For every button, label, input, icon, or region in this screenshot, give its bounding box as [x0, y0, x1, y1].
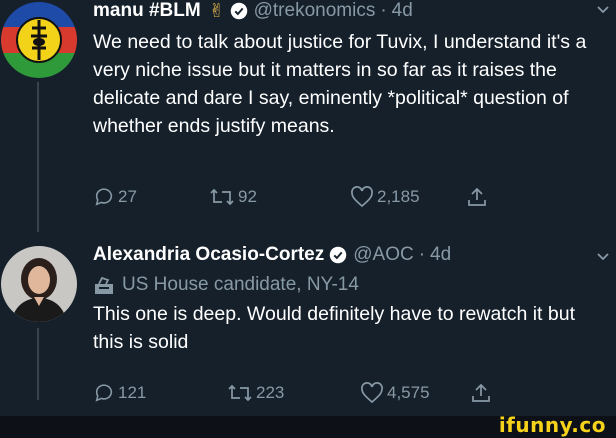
- tweet-text: This one is deep. Would definitely have …: [93, 303, 575, 353]
- reply-button[interactable]: 121: [93, 382, 227, 404]
- tweet-header: manu #BLM ✌ @trekonomics · 4d: [93, 0, 616, 22]
- reply-button[interactable]: 27: [93, 186, 209, 208]
- tweet-actions: 121 223 4,575: [93, 380, 495, 406]
- watermark-bar: ifunny.co: [0, 413, 616, 438]
- heart-icon: [361, 382, 383, 404]
- share-button[interactable]: [466, 186, 491, 208]
- retweet-count: 223: [256, 383, 285, 402]
- tweet-header: Alexandria Ocasio-Cortez @AOC · 4d: [93, 244, 616, 266]
- retweet-icon: [210, 188, 234, 206]
- reply-icon: [95, 384, 113, 402]
- tweet-thread: manu #BLM ✌ @trekonomics · 4d We need to…: [0, 0, 616, 438]
- verified-icon: [230, 2, 247, 20]
- retweet-button[interactable]: 223: [227, 382, 360, 404]
- handle[interactable]: @trekonomics: [254, 0, 376, 22]
- verified-icon: [330, 246, 347, 264]
- ifunny-watermark: ifunny.co: [498, 413, 606, 437]
- display-name[interactable]: manu #BLM: [93, 0, 201, 22]
- avatar-trekonomics[interactable]: [1, 2, 77, 78]
- thread-line-2: [37, 328, 39, 400]
- tweet-text: We need to talk about justice for Tuvix,…: [93, 31, 587, 137]
- chevron-down-icon[interactable]: [596, 3, 610, 17]
- handle[interactable]: @AOC: [353, 244, 413, 266]
- label-text: US House candidate, NY-14: [122, 274, 359, 295]
- retweet-button[interactable]: 92: [209, 186, 350, 208]
- thread-line: [37, 82, 39, 232]
- share-icon: [472, 383, 490, 402]
- hand-emoji: ✌: [208, 0, 225, 22]
- like-button[interactable]: 4,575: [360, 382, 470, 404]
- dot-separator: ·: [418, 244, 426, 265]
- government-label: US House candidate, NY-14: [93, 274, 616, 296]
- reply-count: 27: [118, 187, 137, 206]
- avatar-aoc[interactable]: [1, 246, 77, 322]
- tweet-2[interactable]: Alexandria Ocasio-Cortez @AOC · 4d US Ho…: [93, 244, 616, 356]
- like-count: 2,185: [377, 187, 420, 206]
- share-icon: [468, 187, 486, 206]
- heart-icon: [351, 186, 373, 208]
- reply-count: 121: [118, 383, 147, 402]
- display-name[interactable]: Alexandria Ocasio-Cortez: [93, 244, 324, 266]
- ballot-box-icon: [95, 276, 113, 294]
- timestamp[interactable]: 4d: [392, 0, 413, 22]
- retweet-icon: [228, 384, 252, 402]
- like-count: 4,575: [387, 383, 430, 402]
- retweet-count: 92: [238, 187, 257, 206]
- like-button[interactable]: 2,185: [350, 186, 466, 208]
- chevron-down-icon[interactable]: [596, 250, 610, 264]
- dot-separator: ·: [380, 0, 387, 21]
- share-button[interactable]: [470, 382, 495, 404]
- tweet-actions: 27 92 2,185: [93, 184, 491, 210]
- tweet-1[interactable]: manu #BLM ✌ @trekonomics · 4d We need to…: [93, 0, 616, 140]
- timestamp[interactable]: 4d: [430, 244, 451, 266]
- reply-icon: [95, 188, 113, 206]
